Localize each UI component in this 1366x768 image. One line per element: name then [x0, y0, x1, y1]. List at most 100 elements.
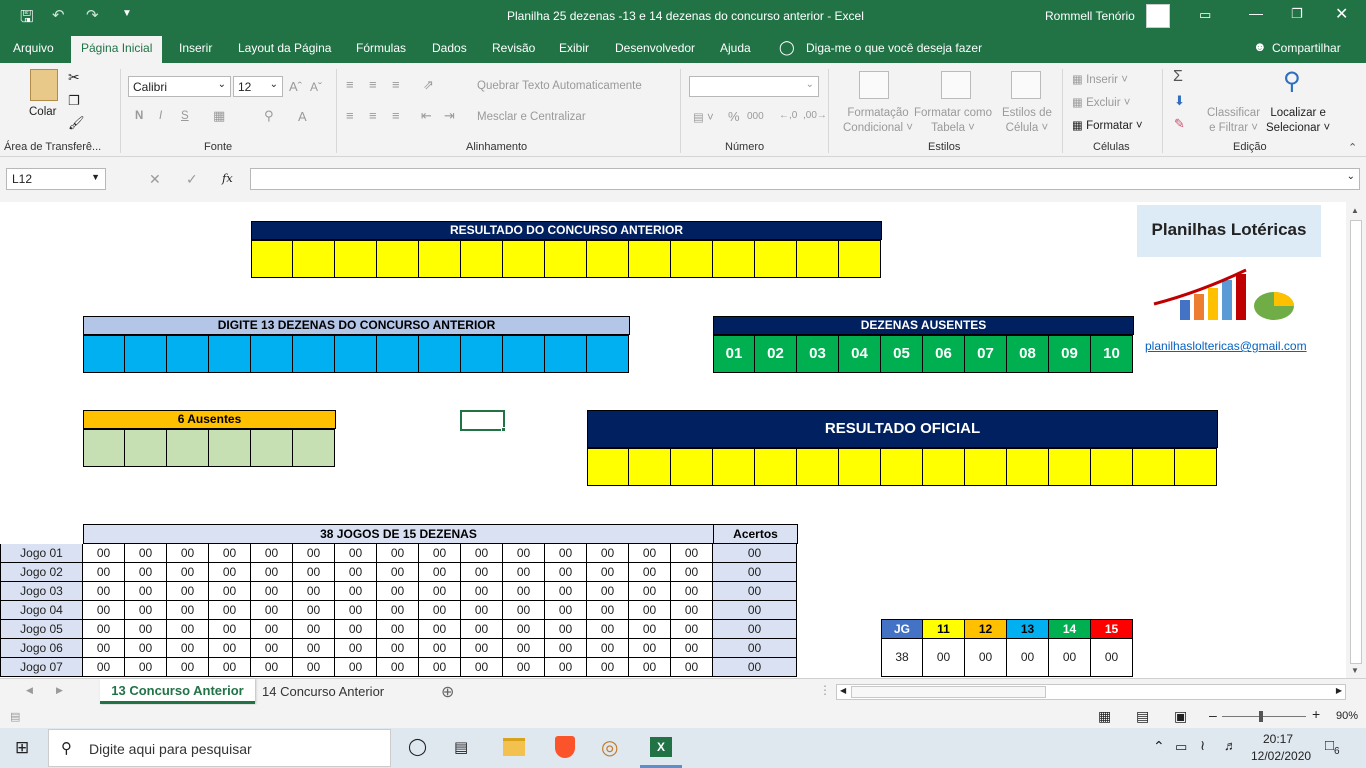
ribbon-display-icon[interactable]: ▭: [1199, 7, 1211, 23]
jogo-cell[interactable]: 00: [419, 639, 461, 658]
acertos-cell[interactable]: 00: [713, 620, 797, 639]
page-break-icon[interactable]: ▣: [1174, 708, 1187, 725]
tab-formulas[interactable]: Fórmulas: [356, 41, 406, 55]
resultado-oficial-cell[interactable]: [587, 448, 629, 486]
jogo-label[interactable]: Jogo 04: [0, 601, 83, 620]
resultado-anterior-cell[interactable]: [755, 240, 797, 278]
jogo-cell[interactable]: 00: [125, 563, 167, 582]
paste-button[interactable]: Colar: [29, 106, 56, 118]
thousands-button[interactable]: 000: [747, 111, 764, 122]
zoom-slider[interactable]: [1222, 711, 1306, 722]
resultado-oficial-cell[interactable]: [881, 448, 923, 486]
jogo-cell[interactable]: 00: [251, 658, 293, 677]
format-painter-icon[interactable]: 🖌: [68, 115, 85, 131]
jogo-cell[interactable]: 00: [335, 582, 377, 601]
jogo-cell[interactable]: 00: [125, 658, 167, 677]
jogo-cell[interactable]: 00: [671, 563, 713, 582]
sheet-tab-13[interactable]: 13 Concurso Anterior: [100, 679, 255, 704]
jogo-cell[interactable]: 00: [545, 601, 587, 620]
brand-email-link[interactable]: planilhasloltericas@gmail.com: [1145, 339, 1307, 353]
summary-value-cell[interactable]: 00: [965, 639, 1007, 677]
jogo-label[interactable]: Jogo 03: [0, 582, 83, 601]
autosum-icon[interactable]: Σ: [1173, 68, 1183, 86]
tray-chevron-icon[interactable]: ⌃: [1153, 738, 1165, 755]
fill-color-icon[interactable]: ⚲: [264, 108, 274, 124]
delete-cells-button[interactable]: ▦ Excluir ˅: [1072, 95, 1131, 109]
jogo-cell[interactable]: 00: [503, 639, 545, 658]
name-box[interactable]: L12 ▼: [6, 168, 106, 190]
digite-cell[interactable]: [419, 335, 461, 373]
worksheet[interactable]: RESULTADO DO CONCURSO ANTERIOR Planilhas…: [0, 202, 1346, 678]
jogo-cell[interactable]: 00: [251, 639, 293, 658]
save-icon[interactable]: 🖫: [20, 6, 34, 33]
cond-format-icon[interactable]: [859, 71, 889, 99]
seis-ausentes-cells[interactable]: [83, 429, 336, 467]
format-cells-button[interactable]: ▦ Formatar ˅: [1072, 118, 1143, 132]
collapse-ribbon-icon[interactable]: ⌃: [1348, 141, 1357, 154]
jogo-cell[interactable]: 00: [671, 639, 713, 658]
ausente-cell[interactable]: 04: [839, 335, 881, 373]
digite-cell[interactable]: [587, 335, 629, 373]
jogo-cell[interactable]: 00: [125, 544, 167, 563]
jogo-cell[interactable]: 00: [545, 582, 587, 601]
jogo-cell[interactable]: 00: [209, 544, 251, 563]
font-color-icon[interactable]: A: [298, 109, 307, 124]
jogo-cell[interactable]: 00: [125, 620, 167, 639]
resultado-oficial-cells[interactable]: [587, 448, 1218, 486]
jogo-cell[interactable]: 00: [167, 582, 209, 601]
jogo-cell[interactable]: 00: [629, 544, 671, 563]
cancel-icon[interactable]: ✕: [149, 171, 161, 188]
share-icon[interactable]: ☻: [1253, 39, 1267, 54]
tab-ajuda[interactable]: Ajuda: [720, 41, 751, 55]
percent-button[interactable]: %: [728, 109, 740, 124]
jogo-cell[interactable]: 00: [251, 601, 293, 620]
paste-icon[interactable]: [30, 69, 58, 101]
digite-cell[interactable]: [167, 335, 209, 373]
resultado-oficial-cell[interactable]: [1175, 448, 1217, 486]
windows-start-icon[interactable]: ⊞: [15, 738, 29, 758]
jogo-cell[interactable]: 00: [461, 563, 503, 582]
jogo-cell[interactable]: 00: [587, 620, 629, 639]
format-table-icon[interactable]: [941, 71, 971, 99]
wrap-text-button[interactable]: Quebrar Texto Automaticamente: [477, 80, 642, 92]
jogo-cell[interactable]: 00: [587, 563, 629, 582]
jogo-label[interactable]: Jogo 01: [0, 544, 83, 563]
ausente-cell[interactable]: 09: [1049, 335, 1091, 373]
cond-format-button[interactable]: Formatação Condicional ˅: [843, 106, 913, 136]
resultado-anterior-cells[interactable]: [251, 240, 882, 278]
vertical-scroll-thumb[interactable]: [1350, 220, 1362, 664]
jogo-cell[interactable]: 00: [83, 620, 125, 639]
tab-layout[interactable]: Layout da Página: [238, 41, 331, 55]
cortana-icon[interactable]: ◯: [408, 737, 427, 757]
file-explorer-icon[interactable]: [503, 738, 525, 756]
find-select-button[interactable]: Localizar e Selecionar ˅: [1266, 106, 1330, 136]
vertical-scrollbar[interactable]: ▲ ▼: [1346, 202, 1366, 678]
jogo-cell[interactable]: 00: [209, 563, 251, 582]
align-left-icon[interactable]: ≡: [346, 108, 354, 123]
format-table-button[interactable]: Formatar como Tabela ˅: [914, 106, 992, 136]
resultado-oficial-cell[interactable]: [1091, 448, 1133, 486]
jogo-cell[interactable]: 00: [671, 620, 713, 639]
jogo-cell[interactable]: 00: [461, 639, 503, 658]
resultado-oficial-cell[interactable]: [713, 448, 755, 486]
ausente-cell[interactable]: 01: [713, 335, 755, 373]
jogo-cell[interactable]: 00: [125, 639, 167, 658]
jogo-cell[interactable]: 00: [167, 658, 209, 677]
ausente-cell[interactable]: 03: [797, 335, 839, 373]
jogo-cell[interactable]: 00: [587, 544, 629, 563]
jogo-cell[interactable]: 00: [83, 563, 125, 582]
brave-icon[interactable]: [555, 736, 575, 758]
digite-cell[interactable]: [293, 335, 335, 373]
tab-split-icon[interactable]: ⋮: [819, 683, 831, 697]
indent-decrease-icon[interactable]: ⇤: [421, 108, 432, 124]
redo-icon[interactable]: ↷: [86, 6, 99, 24]
sort-filter-button[interactable]: Classificar e Filtrar ˅: [1207, 106, 1260, 136]
jogo-cell[interactable]: 00: [209, 620, 251, 639]
normal-view-icon[interactable]: ▦: [1098, 708, 1111, 725]
digite-cell[interactable]: [377, 335, 419, 373]
jogo-cell[interactable]: 00: [167, 620, 209, 639]
summary-value-cell[interactable]: 00: [1049, 639, 1091, 677]
resultado-oficial-cell[interactable]: [1133, 448, 1175, 486]
jogo-cell[interactable]: 00: [587, 639, 629, 658]
resultado-anterior-cell[interactable]: [335, 240, 377, 278]
